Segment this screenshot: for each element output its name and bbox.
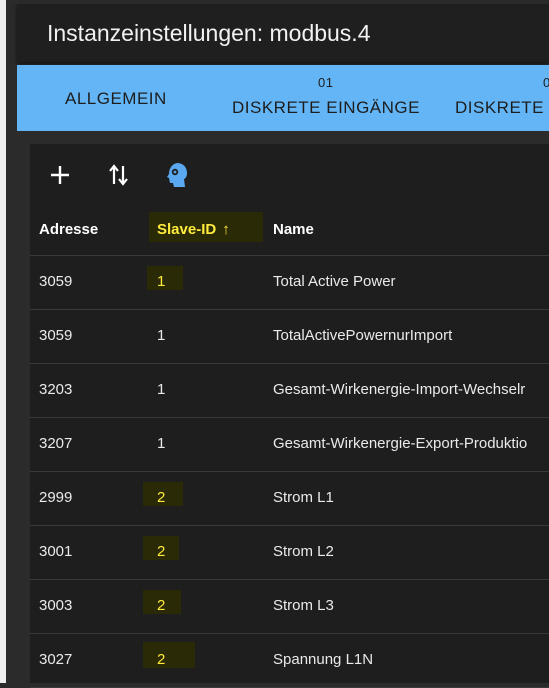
cell-slave-id: 2	[157, 489, 166, 506]
toolbar	[30, 144, 549, 204]
cell-address: 3203	[39, 381, 73, 398]
tab-label: ALLGEMEIN	[65, 89, 167, 108]
cell-name: Total Active Power	[273, 273, 396, 290]
table-row[interactable]: 3001 2 Strom L2	[30, 526, 549, 580]
table-row[interactable]: 3003 2 Strom L3	[30, 580, 549, 634]
cell-slave-id: 1	[157, 273, 166, 290]
cell-slave-id: 1	[157, 327, 166, 344]
title-bar: Instanzeinstellungen: modbus.4	[17, 4, 549, 62]
sort-button[interactable]	[104, 160, 134, 190]
import-button[interactable]	[163, 160, 193, 190]
table-row[interactable]: 3207 1 Gesamt-Wirkenergie-Export-Produkt…	[30, 418, 549, 472]
sort-ascending-icon: ↑	[222, 221, 230, 238]
table-row[interactable]: 3059 1 Total Active Power	[30, 256, 549, 310]
cell-slave-id: 1	[157, 381, 166, 398]
cell-address: 2999	[39, 489, 73, 506]
sort-icon	[109, 164, 128, 186]
cell-highlight	[143, 642, 195, 668]
cell-slave-id: 1	[157, 435, 166, 452]
cell-address: 3059	[39, 273, 73, 290]
table-row[interactable]: 2999 2 Strom L1	[30, 472, 549, 526]
cell-name: Strom L3	[273, 597, 334, 614]
registers-panel: Adresse Slave-ID ↑ Name 3059 1 Total Acti…	[30, 144, 549, 688]
table-header: Adresse Slave-ID ↑ Name	[30, 204, 549, 256]
header-name[interactable]: Name	[273, 221, 314, 238]
cell-address: 3027	[39, 651, 73, 668]
tab-label: DISKRETE	[455, 98, 545, 117]
cell-address: 3001	[39, 543, 73, 560]
add-button[interactable]	[45, 160, 75, 190]
cell-address: 3003	[39, 597, 73, 614]
cell-name: Strom L2	[273, 543, 334, 560]
table-row[interactable]: 3027 2 Spannung L1N	[30, 634, 549, 688]
tab-count: 0	[543, 75, 549, 90]
table-row[interactable]: 3203 1 Gesamt-Wirkenergie-Import-Wechsel…	[30, 364, 549, 418]
face-icon	[167, 163, 187, 187]
cell-address: 3207	[39, 435, 73, 452]
cell-name: Strom L1	[273, 489, 334, 506]
cell-name: TotalActivePowernurImport	[273, 327, 453, 344]
page-title: Instanzeinstellungen: modbus.4	[47, 20, 371, 46]
table-row[interactable]: 3059 1 TotalActivePowernurImport	[30, 310, 549, 364]
tab-bar: ALLGEMEIN 01 DISKRETE EINGÄNGE 0 DISKRET…	[17, 65, 549, 131]
header-slave-id-label: Slave-ID	[157, 221, 217, 238]
cell-address: 3059	[39, 327, 73, 344]
tab-diskrete-eingaenge[interactable]: 01 DISKRETE EINGÄNGE	[232, 65, 432, 131]
header-slave-id[interactable]: Slave-ID ↑	[157, 221, 230, 238]
tab-label: DISKRETE EINGÄNGE	[232, 98, 420, 117]
header-address[interactable]: Adresse	[39, 221, 98, 238]
cell-name: Gesamt-Wirkenergie-Export-Produktio	[273, 435, 528, 452]
tab-count: 01	[318, 75, 334, 90]
cell-slave-id: 2	[157, 651, 166, 668]
cell-name: Spannung L1N	[273, 651, 374, 668]
cell-slave-id: 2	[157, 597, 166, 614]
add-icon	[51, 166, 69, 184]
window-gap	[6, 0, 17, 683]
cell-slave-id: 2	[157, 543, 166, 560]
cell-name: Gesamt-Wirkenergie-Import-Wechselr	[273, 381, 526, 398]
tab-diskrete-2[interactable]: 0 DISKRETE	[455, 65, 549, 131]
